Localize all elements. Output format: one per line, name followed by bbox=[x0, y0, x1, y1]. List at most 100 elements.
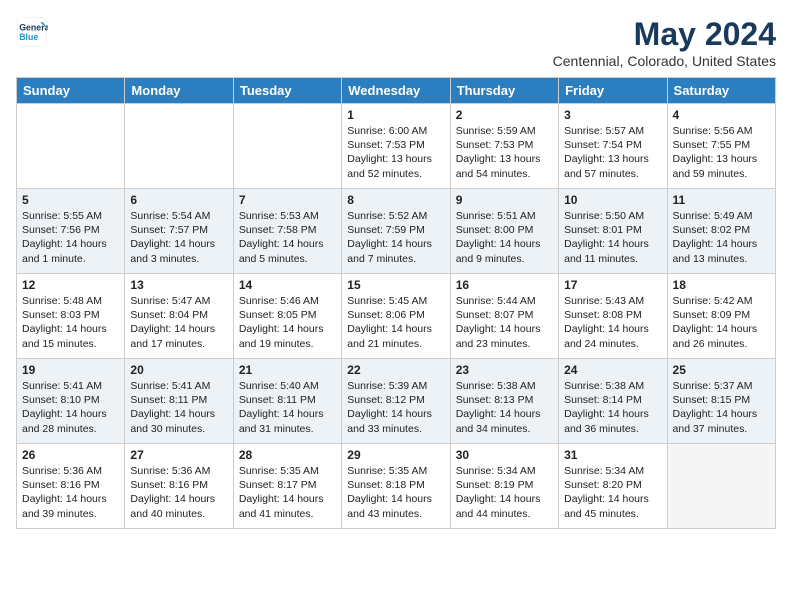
calendar-day bbox=[125, 104, 233, 189]
daylight-text: Daylight: 14 hours and 34 minutes. bbox=[456, 408, 541, 434]
sunset-text: Sunset: 8:08 PM bbox=[564, 309, 642, 321]
calendar-table: SundayMondayTuesdayWednesdayThursdayFrid… bbox=[16, 77, 776, 529]
sunrise-text: Sunrise: 5:55 AM bbox=[22, 210, 102, 222]
day-number: 31 bbox=[564, 448, 661, 462]
sunset-text: Sunset: 8:12 PM bbox=[347, 394, 425, 406]
sunset-text: Sunset: 8:13 PM bbox=[456, 394, 534, 406]
sunrise-text: Sunrise: 5:35 AM bbox=[239, 465, 319, 477]
daylight-text: Daylight: 14 hours and 30 minutes. bbox=[130, 408, 215, 434]
sunrise-text: Sunrise: 5:40 AM bbox=[239, 380, 319, 392]
day-info: Sunrise: 5:34 AMSunset: 8:20 PMDaylight:… bbox=[564, 464, 661, 521]
page-header: General Blue May 2024 Centennial, Colora… bbox=[16, 16, 776, 69]
day-info: Sunrise: 5:47 AMSunset: 8:04 PMDaylight:… bbox=[130, 294, 227, 351]
calendar-header-sunday: Sunday bbox=[17, 78, 125, 104]
sunset-text: Sunset: 8:16 PM bbox=[130, 479, 208, 491]
sunset-text: Sunset: 8:00 PM bbox=[456, 224, 534, 236]
day-number: 14 bbox=[239, 278, 336, 292]
sunset-text: Sunset: 8:09 PM bbox=[673, 309, 751, 321]
calendar-day: 31 Sunrise: 5:34 AMSunset: 8:20 PMDayligh… bbox=[559, 444, 667, 529]
svg-text:Blue: Blue bbox=[19, 32, 38, 42]
day-info: Sunrise: 5:43 AMSunset: 8:08 PMDaylight:… bbox=[564, 294, 661, 351]
daylight-text: Daylight: 13 hours and 52 minutes. bbox=[347, 153, 432, 179]
day-info: Sunrise: 5:46 AMSunset: 8:05 PMDaylight:… bbox=[239, 294, 336, 351]
day-number: 5 bbox=[22, 193, 119, 207]
day-info: Sunrise: 5:48 AMSunset: 8:03 PMDaylight:… bbox=[22, 294, 119, 351]
sunrise-text: Sunrise: 5:42 AM bbox=[673, 295, 753, 307]
sunrise-text: Sunrise: 6:00 AM bbox=[347, 125, 427, 137]
calendar-day bbox=[667, 444, 775, 529]
sunrise-text: Sunrise: 5:43 AM bbox=[564, 295, 644, 307]
day-number: 11 bbox=[673, 193, 770, 207]
sunrise-text: Sunrise: 5:41 AM bbox=[130, 380, 210, 392]
sunrise-text: Sunrise: 5:46 AM bbox=[239, 295, 319, 307]
sunset-text: Sunset: 8:10 PM bbox=[22, 394, 100, 406]
calendar-week-row: 19 Sunrise: 5:41 AM Sunset: 8:10 PM Dayligh… bbox=[17, 359, 776, 444]
sunrise-text: Sunrise: 5:34 AM bbox=[564, 465, 644, 477]
calendar-day: 3Sunrise: 5:57 AMSunset: 7:54 PMDaylight… bbox=[559, 104, 667, 189]
sunrise-text: Sunrise: 5:38 AM bbox=[564, 380, 644, 392]
daylight-text: Daylight: 14 hours and 3 minutes. bbox=[130, 238, 215, 264]
daylight-text: Daylight: 13 hours and 59 minutes. bbox=[673, 153, 758, 179]
day-number: 7 bbox=[239, 193, 336, 207]
daylight-text: Daylight: 14 hours and 13 minutes. bbox=[673, 238, 758, 264]
daylight-text: Daylight: 14 hours and 39 minutes. bbox=[22, 493, 107, 519]
sunrise-text: Sunrise: 5:35 AM bbox=[347, 465, 427, 477]
sunrise-text: Sunrise: 5:36 AM bbox=[130, 465, 210, 477]
sunrise-text: Sunrise: 5:47 AM bbox=[130, 295, 210, 307]
sunset-text: Sunset: 7:55 PM bbox=[673, 139, 751, 151]
day-info: Sunrise: 5:51 AMSunset: 8:00 PMDaylight:… bbox=[456, 209, 553, 266]
daylight-text: Daylight: 14 hours and 21 minutes. bbox=[347, 323, 432, 349]
day-info: Sunrise: 5:35 AMSunset: 8:18 PMDaylight:… bbox=[347, 464, 444, 521]
calendar-day bbox=[17, 104, 125, 189]
day-number: 28 bbox=[239, 448, 336, 462]
day-number: 13 bbox=[130, 278, 227, 292]
day-number: 9 bbox=[456, 193, 553, 207]
daylight-text: Daylight: 14 hours and 43 minutes. bbox=[347, 493, 432, 519]
calendar-header-row: SundayMondayTuesdayWednesdayThursdayFrid… bbox=[17, 78, 776, 104]
calendar-day: 2Sunrise: 5:59 AMSunset: 7:53 PMDaylight… bbox=[450, 104, 558, 189]
sunrise-text: Sunrise: 5:51 AM bbox=[456, 210, 536, 222]
daylight-text: Daylight: 14 hours and 28 minutes. bbox=[22, 408, 107, 434]
sunset-text: Sunset: 8:19 PM bbox=[456, 479, 534, 491]
daylight-text: Daylight: 14 hours and 23 minutes. bbox=[456, 323, 541, 349]
day-info: Sunrise: 5:56 AM Sunset: 7:55 PM Daylight:… bbox=[673, 124, 770, 181]
calendar-week-row: 26Sunrise: 5:36 AMSunset: 8:16 PMDayligh… bbox=[17, 444, 776, 529]
sunrise-text: Sunrise: 5:57 AM bbox=[564, 125, 644, 137]
sunset-text: Sunset: 7:59 PM bbox=[347, 224, 425, 236]
sunrise-text: Sunrise: 5:34 AM bbox=[456, 465, 536, 477]
day-info: Sunrise: 5:37 AMSunset: 8:15 PMDaylight:… bbox=[673, 379, 770, 436]
calendar-header-friday: Friday bbox=[559, 78, 667, 104]
sunrise-text: Sunrise: 5:50 AM bbox=[564, 210, 644, 222]
calendar-day: 6Sunrise: 5:54 AMSunset: 7:57 PMDaylight… bbox=[125, 189, 233, 274]
day-info: Sunrise: 5:36 AMSunset: 8:16 PMDaylight:… bbox=[22, 464, 119, 521]
day-info: Sunrise: 5:59 AMSunset: 7:53 PMDaylight:… bbox=[456, 124, 553, 181]
sunrise-text: Sunrise: 5:44 AM bbox=[456, 295, 536, 307]
calendar-day: 16Sunrise: 5:44 AMSunset: 8:07 PMDayligh… bbox=[450, 274, 558, 359]
day-number: 25 bbox=[673, 363, 770, 377]
sunrise-text: Sunrise: 5:56 AM bbox=[673, 125, 753, 137]
logo-icon: General Blue bbox=[16, 16, 48, 48]
daylight-text: Daylight: 14 hours and 36 minutes. bbox=[564, 408, 649, 434]
calendar-day: 18Sunrise: 5:42 AMSunset: 8:09 PMDayligh… bbox=[667, 274, 775, 359]
calendar-day bbox=[233, 104, 341, 189]
calendar-week-row: 5 Sunrise: 5:55 AM Sunset: 7:56 PM Daylight… bbox=[17, 189, 776, 274]
day-number: 26 bbox=[22, 448, 119, 462]
sunset-text: Sunset: 7:56 PM bbox=[22, 224, 100, 236]
daylight-text: Daylight: 14 hours and 7 minutes. bbox=[347, 238, 432, 264]
calendar-week-row: 1Sunrise: 6:00 AMSunset: 7:53 PMDaylight… bbox=[17, 104, 776, 189]
calendar-day: 8Sunrise: 5:52 AMSunset: 7:59 PMDaylight… bbox=[342, 189, 450, 274]
day-number: 19 bbox=[22, 363, 119, 377]
day-number: 12 bbox=[22, 278, 119, 292]
calendar-day: 24Sunrise: 5:38 AMSunset: 8:14 PMDayligh… bbox=[559, 359, 667, 444]
calendar-day: 13 Sunrise: 5:47 AMSunset: 8:04 PMDayligh… bbox=[125, 274, 233, 359]
calendar-day: 15Sunrise: 5:45 AMSunset: 8:06 PMDayligh… bbox=[342, 274, 450, 359]
sunrise-text: Sunrise: 5:45 AM bbox=[347, 295, 427, 307]
calendar-header-saturday: Saturday bbox=[667, 78, 775, 104]
sunset-text: Sunset: 7:54 PM bbox=[564, 139, 642, 151]
day-info: Sunrise: 5:54 AMSunset: 7:57 PMDaylight:… bbox=[130, 209, 227, 266]
logo: General Blue bbox=[16, 16, 48, 48]
calendar-day: 22Sunrise: 5:39 AMSunset: 8:12 PMDayligh… bbox=[342, 359, 450, 444]
sunrise-text: Sunrise: 5:53 AM bbox=[239, 210, 319, 222]
day-info: Sunrise: 5:36 AMSunset: 8:16 PMDaylight:… bbox=[130, 464, 227, 521]
sunrise-text: Sunrise: 5:52 AM bbox=[347, 210, 427, 222]
